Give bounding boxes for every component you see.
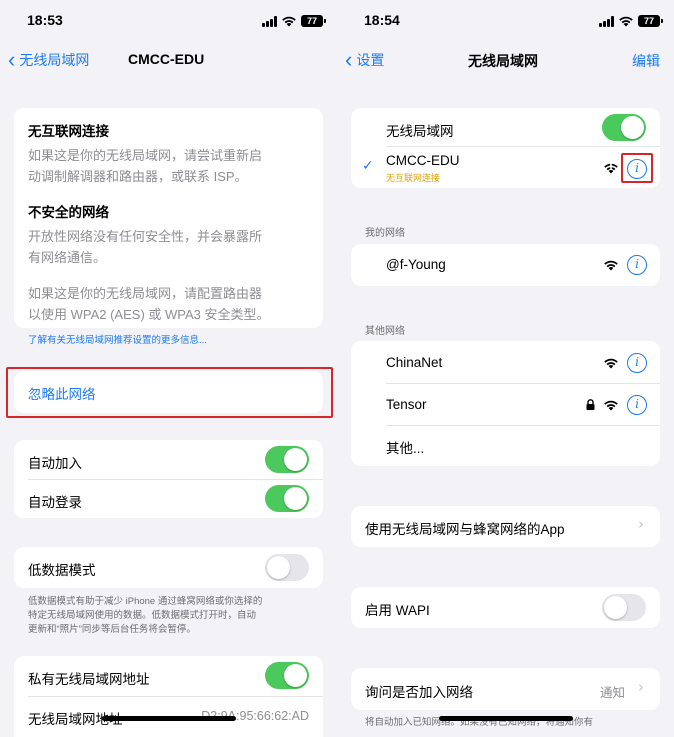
divider xyxy=(28,696,323,697)
other-networks-header: 其他网络 xyxy=(365,326,405,337)
auto-join-card: 自动加入 自动登录 xyxy=(14,440,323,518)
wapi-label: 启用 WAPI xyxy=(365,603,430,618)
home-indicator xyxy=(439,716,573,721)
insecure-text-1: 开放性网络没有任何安全性，并会暴露所 xyxy=(28,229,263,244)
chevron-left-icon: ‹ xyxy=(8,47,16,72)
status-time: 18:54 xyxy=(364,12,400,28)
wifi-status-icon xyxy=(282,16,296,27)
no-internet-title: 无互联网连接 xyxy=(28,124,109,139)
other-network-name[interactable]: Tensor xyxy=(386,397,427,412)
battery-icon: 77 xyxy=(638,15,663,27)
low-data-note-3: 更新和“照片”同步等后台任务将会暂停。 xyxy=(28,624,196,635)
ask-join-label: 询问是否加入网络 xyxy=(365,685,473,700)
highlight-box-forget xyxy=(6,367,333,418)
my-network-row[interactable]: @f-Young i xyxy=(351,244,660,286)
wapi-card: 启用 WAPI xyxy=(351,587,660,628)
info-icon[interactable]: i xyxy=(627,255,647,275)
private-address-card: 私有无线局域网地址 无线局域网地址 D2:9A:95:66:62:AD xyxy=(14,656,323,737)
wifi-main-card: 无线局域网 ✓ CMCC-EDU 无互联网连接 i xyxy=(351,108,660,188)
warnings-card: 无互联网连接 如果这是你的无线局域网，请尝试重新启 动调制解调器和路由器，或联系… xyxy=(14,108,323,328)
page-title: 无线局域网 xyxy=(468,53,538,69)
insecure-text-3: 如果这是你的无线局域网，请配置路由器 xyxy=(28,286,263,301)
info-icon[interactable]: i xyxy=(627,395,647,415)
connected-status: 无互联网连接 xyxy=(386,173,441,183)
lock-icon xyxy=(586,399,595,410)
auto-join-label: 自动加入 xyxy=(28,456,82,471)
chevron-right-icon: › xyxy=(638,678,644,696)
back-label: 无线局域网 xyxy=(19,52,90,68)
right-screen-wifi-list: 18:54 77 ‹ 设置 无线局域网 编辑 无线局域网 ✓ CMCC-EDU … xyxy=(337,0,674,737)
wifi-toggle[interactable] xyxy=(602,114,646,141)
status-icons: 77 xyxy=(262,12,326,30)
highlight-box-info xyxy=(621,153,653,183)
wifi-status-icon xyxy=(619,16,633,27)
other-network-other[interactable]: 其他... xyxy=(386,437,424,457)
divider xyxy=(28,479,323,480)
wifi-icon xyxy=(604,260,618,271)
no-internet-text-1: 如果这是你的无线局域网，请尝试重新启 xyxy=(28,148,263,163)
status-time: 18:53 xyxy=(27,12,63,28)
auto-login-label: 自动登录 xyxy=(28,495,82,510)
low-data-note-2: 特定无线局域网使用的数据。低数据模式打开时，自动 xyxy=(28,610,257,621)
private-address-label: 私有无线局域网地址 xyxy=(28,672,150,687)
chevron-right-icon: › xyxy=(638,515,644,533)
connected-network-name[interactable]: CMCC-EDU xyxy=(386,153,460,168)
auto-login-toggle[interactable] xyxy=(265,485,309,512)
private-address-toggle[interactable] xyxy=(265,662,309,689)
divider xyxy=(386,146,660,147)
no-internet-text-2: 动调制解调器和路由器，或联系 ISP。 xyxy=(28,169,248,184)
wifi-icon xyxy=(604,358,618,369)
divider xyxy=(386,425,660,426)
divider xyxy=(386,383,660,384)
chevron-left-icon: ‹ xyxy=(345,47,353,72)
battery-icon: 77 xyxy=(301,15,326,27)
checkmark-icon: ✓ xyxy=(362,158,374,174)
low-data-toggle[interactable] xyxy=(265,554,309,581)
auto-join-toggle[interactable] xyxy=(265,446,309,473)
low-data-label: 低数据模式 xyxy=(28,563,96,578)
my-network-name: @f-Young xyxy=(386,257,446,272)
low-data-card: 低数据模式 xyxy=(14,547,323,588)
home-indicator xyxy=(102,716,236,721)
insecure-text-2: 有网络通信。 xyxy=(28,250,107,265)
insecure-network-title: 不安全的网络 xyxy=(28,205,109,220)
apps-using-wifi-label: 使用无线局域网与蜂窝网络的App xyxy=(365,522,565,537)
back-button[interactable]: ‹ 无线局域网 xyxy=(8,49,89,71)
cellular-signal-icon xyxy=(262,15,277,27)
other-networks-card: ChinaNet i Tensor i 其他... xyxy=(351,341,660,466)
page-title: CMCC-EDU xyxy=(128,51,205,67)
low-data-note-1: 低数据模式有助于减少 iPhone 通过蜂窝网络或你选择的 xyxy=(28,596,263,607)
apps-using-wifi-row[interactable]: 使用无线局域网与蜂窝网络的App › xyxy=(351,506,660,547)
wifi-label: 无线局域网 xyxy=(386,124,454,139)
my-networks-header: 我的网络 xyxy=(365,228,405,239)
info-icon[interactable]: i xyxy=(627,353,647,373)
back-button[interactable]: ‹ 设置 xyxy=(345,49,384,71)
ask-join-row[interactable]: 询问是否加入网络 通知 › xyxy=(351,668,660,710)
status-icons: 77 xyxy=(599,12,663,30)
ask-join-value: 通知 xyxy=(600,686,626,700)
back-label: 设置 xyxy=(356,52,385,68)
wifi-icon xyxy=(604,400,618,411)
cellular-signal-icon xyxy=(599,15,614,27)
edit-button[interactable]: 编辑 xyxy=(632,51,660,71)
other-network-name[interactable]: ChinaNet xyxy=(386,355,442,370)
left-screen-network-details: 18:53 77 ‹ 无线局域网 CMCC-EDU 无互联网连接 如果这是你的无… xyxy=(0,0,337,737)
wapi-toggle[interactable] xyxy=(602,594,646,621)
insecure-text-4: 以使用 WPA2 (AES) 或 WPA3 安全类型。 xyxy=(28,307,270,322)
wifi-unsecured-icon xyxy=(604,162,618,174)
more-info-link[interactable]: 了解有关无线局域网推荐设置的更多信息... xyxy=(28,334,207,348)
